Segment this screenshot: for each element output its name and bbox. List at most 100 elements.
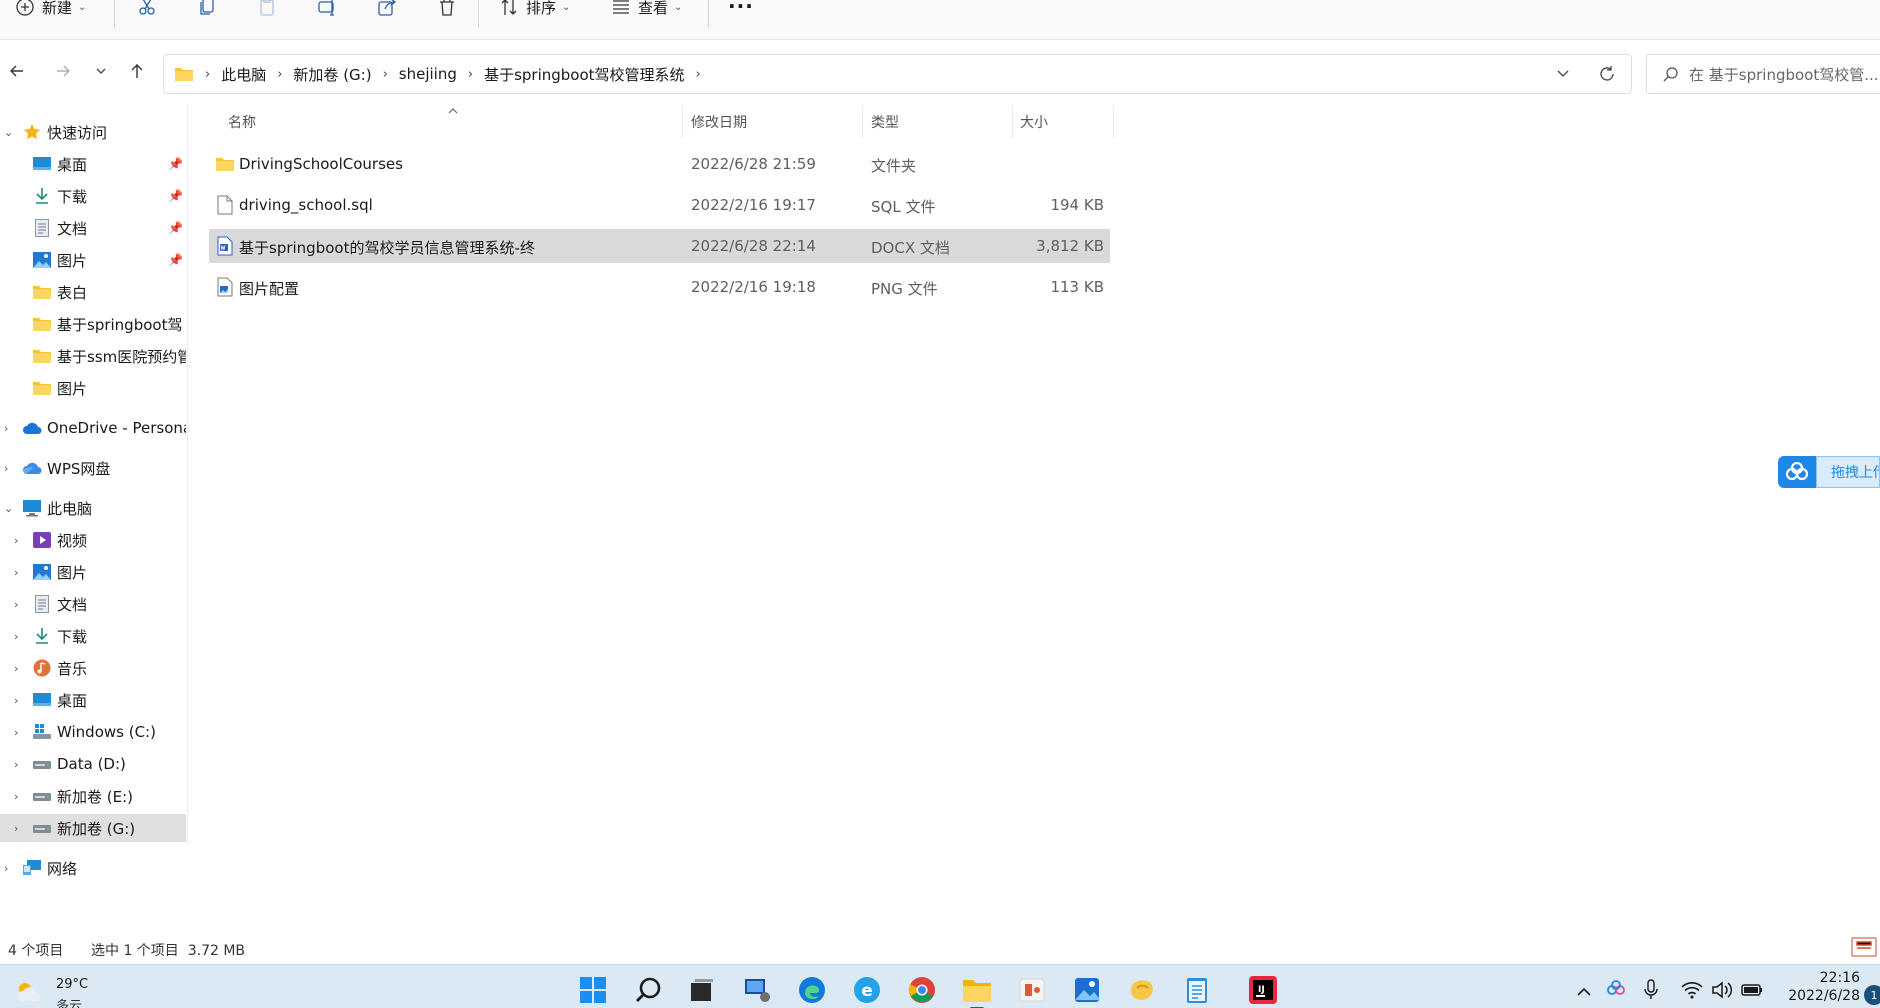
taskbar-app-edge[interactable]	[797, 975, 827, 1005]
start-button[interactable]	[578, 975, 608, 1005]
sidebar-quick-access[interactable]: ⌄ 快速访问	[0, 118, 186, 146]
sidebar-item-music[interactable]: › 音乐	[0, 654, 186, 682]
back-button[interactable]	[6, 60, 28, 82]
sidebar-item-folder[interactable]: 基于ssm医院预约管	[0, 342, 186, 370]
chevron-right-icon: ›	[4, 421, 9, 435]
column-divider[interactable]	[682, 106, 683, 138]
sidebar-item-drive-c[interactable]: › Windows (C:)	[0, 718, 186, 746]
sidebar-item-label: 视频	[57, 531, 88, 550]
sort-button[interactable]: 排序 ⌄	[498, 0, 570, 18]
address-history-dropdown[interactable]	[1556, 66, 1570, 80]
battery-button[interactable]	[1740, 982, 1764, 1002]
taskbar-app-ie[interactable]: e	[852, 975, 882, 1005]
sidebar-item-downloads[interactable]: 下载 📌	[0, 182, 186, 210]
sidebar-item-drive-e[interactable]: › 新加卷 (E:)	[0, 782, 186, 810]
sidebar-item-desktop[interactable]: 桌面 📌	[0, 150, 186, 178]
sidebar-item-drive-d[interactable]: › Data (D:)	[0, 750, 186, 778]
sidebar-item-label: 文档	[57, 219, 88, 238]
taskbar-app-photos[interactable]	[1072, 975, 1102, 1005]
sidebar-item-desktop[interactable]: › 桌面	[0, 686, 186, 714]
chevron-down-icon	[1557, 70, 1569, 77]
view-button[interactable]: 查看 ⌄	[610, 0, 682, 18]
plus-circle-icon	[14, 0, 36, 18]
pin-icon[interactable]: 📌	[168, 253, 183, 267]
taskbar-app-file-explorer[interactable]	[962, 975, 992, 1008]
sidebar-item-drive-g[interactable]: › 新加卷 (G:)	[0, 814, 186, 842]
breadcrumb-current-folder[interactable]: 基于springboot驾校管理系统	[484, 64, 684, 85]
toolbar-divider	[114, 0, 115, 28]
taskbar-app-intellij[interactable]: IJ	[1248, 975, 1278, 1005]
rename-icon[interactable]	[316, 0, 338, 18]
sidebar-item-pictures[interactable]: › 图片	[0, 558, 186, 586]
pin-icon[interactable]: 📌	[168, 221, 183, 235]
file-row[interactable]: driving_school.sql 2022/2/16 19:17 SQL 文…	[209, 188, 1110, 222]
sidebar-item-folder[interactable]: 表白	[0, 278, 186, 306]
sidebar-item-label: Data (D:)	[57, 755, 126, 773]
wifi-button[interactable]	[1681, 981, 1703, 1003]
taskbar-app-notepad[interactable]	[1182, 975, 1212, 1005]
pin-icon[interactable]: 📌	[168, 157, 183, 171]
sidebar-item-documents[interactable]: 文档 📌	[0, 214, 186, 242]
sidebar-item-downloads[interactable]: › 下载	[0, 622, 186, 650]
file-row-selected[interactable]: 基于springboot的驾校学员信息管理系统-终 2022/6/28 22:1…	[209, 229, 1110, 263]
new-button[interactable]: 新建 ⌄	[14, 0, 86, 18]
sidebar-item-documents[interactable]: › 文档	[0, 590, 186, 618]
sidebar-this-pc[interactable]: ⌄ 此电脑	[0, 494, 186, 522]
column-header-name[interactable]: 名称	[228, 112, 256, 132]
clock[interactable]: 22:16 2022/6/28	[1770, 969, 1860, 1005]
tray-app-icon[interactable]	[1606, 979, 1626, 1003]
microphone-button[interactable]	[1643, 979, 1659, 1005]
recent-locations-button[interactable]	[90, 60, 112, 82]
sidebar-item-folder[interactable]: 图片	[0, 374, 186, 402]
svg-text:e: e	[861, 981, 873, 1001]
address-bar[interactable]: › 此电脑 › 新加卷 (G:) › shejiing › 基于springbo…	[163, 54, 1632, 94]
tray-overflow-button[interactable]	[1576, 983, 1592, 1002]
taskbar-app-chrome[interactable]	[907, 975, 937, 1005]
column-divider[interactable]	[1012, 106, 1013, 138]
task-view-button[interactable]	[687, 975, 717, 1005]
sidebar-item-videos[interactable]: › 视频	[0, 526, 186, 554]
taskbar-app-remote[interactable]	[742, 975, 772, 1005]
sidebar-item-label: 音乐	[57, 659, 88, 678]
refresh-button[interactable]	[1598, 65, 1616, 83]
baidu-drag-upload-widget[interactable]: 拖拽上传	[1778, 456, 1880, 488]
file-modified: 2022/6/28 22:14	[691, 237, 816, 255]
sidebar-item-folder[interactable]: 基于springboot驾	[0, 310, 186, 338]
more-options-button[interactable]: ···	[728, 0, 754, 18]
up-button[interactable]	[126, 60, 148, 82]
taskbar-search-button[interactable]	[634, 975, 664, 1005]
sidebar-network[interactable]: › 网络	[0, 854, 186, 882]
details-view-icon[interactable]	[1850, 934, 1878, 964]
list-view-icon	[610, 0, 632, 18]
sidebar-onedrive[interactable]: › OneDrive - Persona	[0, 414, 186, 442]
cut-icon[interactable]	[136, 0, 158, 18]
copy-icon[interactable]	[196, 0, 218, 18]
chevron-right-icon: ›	[382, 66, 388, 82]
breadcrumb-drive-g[interactable]: 新加卷 (G:)	[293, 64, 371, 85]
breadcrumb-this-pc[interactable]: 此电脑	[221, 64, 266, 85]
weather-widget[interactable]: 29°C 多云	[14, 975, 124, 1008]
column-divider[interactable]	[1113, 106, 1114, 138]
breadcrumb-shejiing[interactable]: shejiing	[399, 65, 457, 83]
taskbar-app-presentation[interactable]	[1017, 975, 1047, 1005]
search-box[interactable]: 在 基于springboot驾校管...	[1646, 54, 1880, 94]
pin-icon[interactable]: 📌	[168, 189, 183, 203]
notification-badge[interactable]: 1	[1864, 985, 1880, 1005]
taskbar-app-sticky[interactable]	[1127, 975, 1157, 1005]
file-row[interactable]: DrivingSchoolCourses 2022/6/28 21:59 文件夹	[209, 147, 1110, 181]
file-row[interactable]: 图片配置 2022/2/16 19:18 PNG 文件 113 KB	[209, 270, 1110, 304]
column-divider[interactable]	[862, 106, 863, 138]
chevron-down-icon	[96, 68, 106, 74]
forward-button[interactable]	[52, 60, 74, 82]
sidebar-wps-label: WPS网盘	[47, 459, 111, 478]
delete-icon[interactable]	[436, 0, 458, 18]
column-header-type[interactable]: 类型	[871, 112, 899, 132]
paste-icon[interactable]	[256, 0, 278, 18]
column-header-size[interactable]: 大小	[1020, 112, 1048, 132]
sidebar-item-pictures[interactable]: 图片 📌	[0, 246, 186, 274]
column-header-modified[interactable]: 修改日期	[691, 112, 747, 132]
volume-button[interactable]	[1711, 981, 1733, 1003]
share-icon[interactable]	[376, 0, 398, 18]
edge-browser-icon	[799, 977, 825, 1003]
sidebar-wps[interactable]: › WPS网盘	[0, 454, 186, 482]
